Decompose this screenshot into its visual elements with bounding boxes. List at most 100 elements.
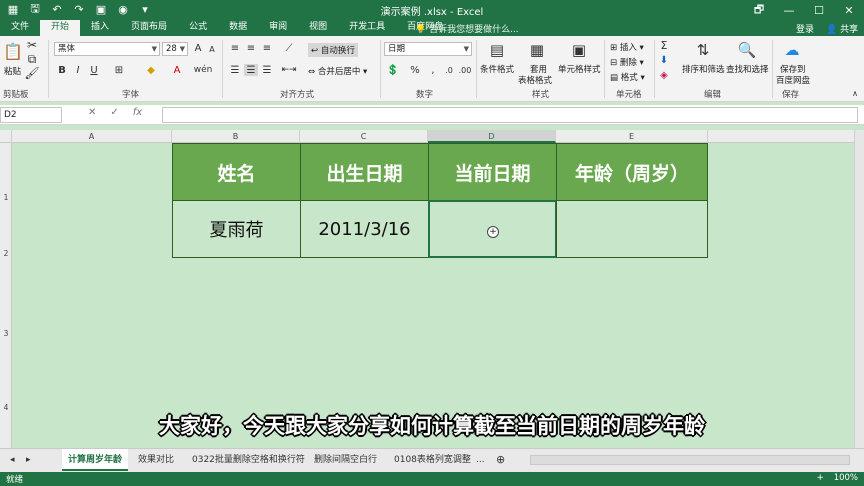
sheet-tab-remove-spaces[interactable]: 0322批量删除空格和换行符 [186,449,311,471]
close-button[interactable]: ✕ [834,0,864,20]
copy-icon[interactable]: ⧉ [26,52,38,66]
sort-filter-button[interactable]: 排序和筛选 [682,63,725,75]
insert-cells-button[interactable]: ⊞ 插入 ▾ [610,41,644,53]
align-center-icon[interactable]: ☰ [244,64,258,76]
decrease-decimal-icon[interactable]: .00 [458,64,472,76]
tab-insert[interactable]: 插入 [80,20,120,36]
maximize-button[interactable]: ☐ [804,0,834,20]
insert-function-icon[interactable]: fx [133,107,142,118]
ribbon-display-icon[interactable]: 🗗 [744,0,774,20]
header-cell-current-date[interactable]: 当前日期 [428,143,557,201]
cut-icon[interactable]: ✂ [26,38,38,52]
fill-icon[interactable]: ⬇ [658,54,670,66]
sheet-more-button[interactable]: ... [470,449,491,471]
align-right-icon[interactable]: ☰ [260,64,274,76]
column-header-d[interactable]: D [428,130,556,143]
find-select-button[interactable]: 查找和选择 [726,63,769,75]
select-all-corner[interactable] [0,130,12,143]
bold-icon[interactable]: B [56,64,68,76]
minimize-button[interactable]: — [774,0,804,20]
orientation-icon[interactable]: ⟋ [282,42,296,54]
data-cell-birthdate[interactable]: 2011/3/16 [300,200,429,258]
paste-icon[interactable]: 📋 [3,40,23,62]
font-color-icon[interactable]: A [170,64,184,76]
column-header-b[interactable]: B [172,130,300,143]
table-format-button-line2[interactable]: 表格格式 [518,74,552,86]
data-cell-age[interactable] [556,200,708,258]
autosum-icon[interactable]: Σ [658,39,670,52]
vertical-scrollbar[interactable] [854,130,864,448]
confirm-icon[interactable]: ✓ [110,107,118,118]
header-cell-birthdate[interactable]: 出生日期 [300,143,429,201]
table-format-icon[interactable]: ▦ [528,40,546,60]
tell-me-input[interactable]: 💡 告诉我您想要做什么... [415,22,519,35]
formula-input[interactable] [162,107,858,123]
merge-center-button[interactable]: ⇔ 合并后居中 ▾ [308,65,367,77]
column-header-a[interactable]: A [12,130,172,143]
search-icon[interactable]: 🔍 [738,40,757,60]
name-box[interactable]: D2 [0,107,62,123]
align-middle-icon[interactable]: ≡ [244,42,258,54]
sheet-tab-age[interactable]: 计算周岁年龄 [62,449,129,471]
format-painter-icon[interactable]: 🖌 [24,66,39,80]
tab-view[interactable]: 视图 [298,20,338,36]
login-link[interactable]: 登录 [796,22,814,35]
tab-page-layout[interactable]: 页面布局 [120,20,178,36]
data-cell-name[interactable]: 夏雨荷 [172,200,301,258]
phonetic-icon[interactable]: wén [194,64,213,76]
font-name-select[interactable]: 黑体 ▼ [54,42,160,56]
column-header-e[interactable]: E [556,130,708,143]
baidu-cloud-icon[interactable]: ☁ [782,40,802,60]
tab-formulas[interactable]: 公式 [178,20,218,36]
increase-font-icon[interactable]: A [192,42,204,54]
zoom-in-icon[interactable]: + [817,473,824,483]
border-icon[interactable]: ⊞ [112,64,126,76]
cell-styles-icon[interactable]: ▣ [570,40,588,60]
zoom-level[interactable]: 100% [834,473,858,483]
align-left-icon[interactable]: ☰ [228,64,242,76]
comma-icon[interactable]: , [426,64,440,76]
format-cells-button[interactable]: ▤ 格式 ▾ [610,71,645,83]
fill-color-icon[interactable]: ◆ [144,64,158,76]
sheet-next-icon[interactable]: ▸ [20,449,37,471]
indent-icon[interactable]: ⇤⇥ [281,64,296,76]
sheet-tab-remove-blank-rows[interactable]: 删除间隔空白行 [308,449,383,471]
wrap-text-button[interactable]: ↩ 自动换行 [308,43,358,57]
paste-button[interactable]: 粘贴 [4,65,21,77]
tab-review[interactable]: 审阅 [258,20,298,36]
cell-styles-button[interactable]: 单元格样式 [558,63,601,75]
tab-home[interactable]: 开始 [40,20,81,36]
add-sheet-icon[interactable]: ⊕ [490,449,511,471]
tab-file[interactable]: 文件 [0,20,40,36]
conditional-format-icon[interactable]: ▤ [488,40,506,60]
clear-icon[interactable]: ◈ [658,69,670,81]
row-header-2[interactable]: 2 [0,249,12,258]
row-header-1[interactable]: 1 [0,193,12,202]
delete-cells-button[interactable]: ⊟ 删除 ▾ [610,56,644,68]
conditional-format-button[interactable]: 条件格式 [480,63,514,75]
increase-decimal-icon[interactable]: .0 [442,64,456,76]
cancel-icon[interactable]: ✕ [88,107,96,118]
tab-data[interactable]: 数据 [218,20,258,36]
percent-icon[interactable]: % [408,64,422,76]
sheet-tab-column-width[interactable]: 0108表格列宽调整 [388,449,477,471]
sheet-prev-icon[interactable]: ◂ [4,449,21,471]
header-cell-name[interactable]: 姓名 [172,143,301,201]
collapse-ribbon-icon[interactable]: ∧ [850,88,860,98]
underline-icon[interactable]: U [88,64,100,76]
row-header-3[interactable]: 3 [0,329,12,338]
sort-filter-icon[interactable]: ⇅ [694,40,712,60]
sheet-tab-compare[interactable]: 效果对比 [132,449,180,471]
font-size-select[interactable]: 28 ▼ [162,42,188,56]
align-top-icon[interactable]: ≡ [228,42,242,54]
currency-icon[interactable]: 💲 [386,64,400,76]
italic-icon[interactable]: I [72,64,84,76]
column-header-c[interactable]: C [300,130,428,143]
decrease-font-icon[interactable]: A [206,43,218,55]
align-bottom-icon[interactable]: ≡ [260,42,274,54]
number-format-select[interactable]: 日期 ▼ [384,42,472,56]
save-baidu-button-line2[interactable]: 百度网盘 [776,74,810,86]
header-cell-age[interactable]: 年龄（周岁） [556,143,708,201]
share-button[interactable]: 👤 共享 [826,22,858,35]
horizontal-scrollbar[interactable] [530,455,850,465]
